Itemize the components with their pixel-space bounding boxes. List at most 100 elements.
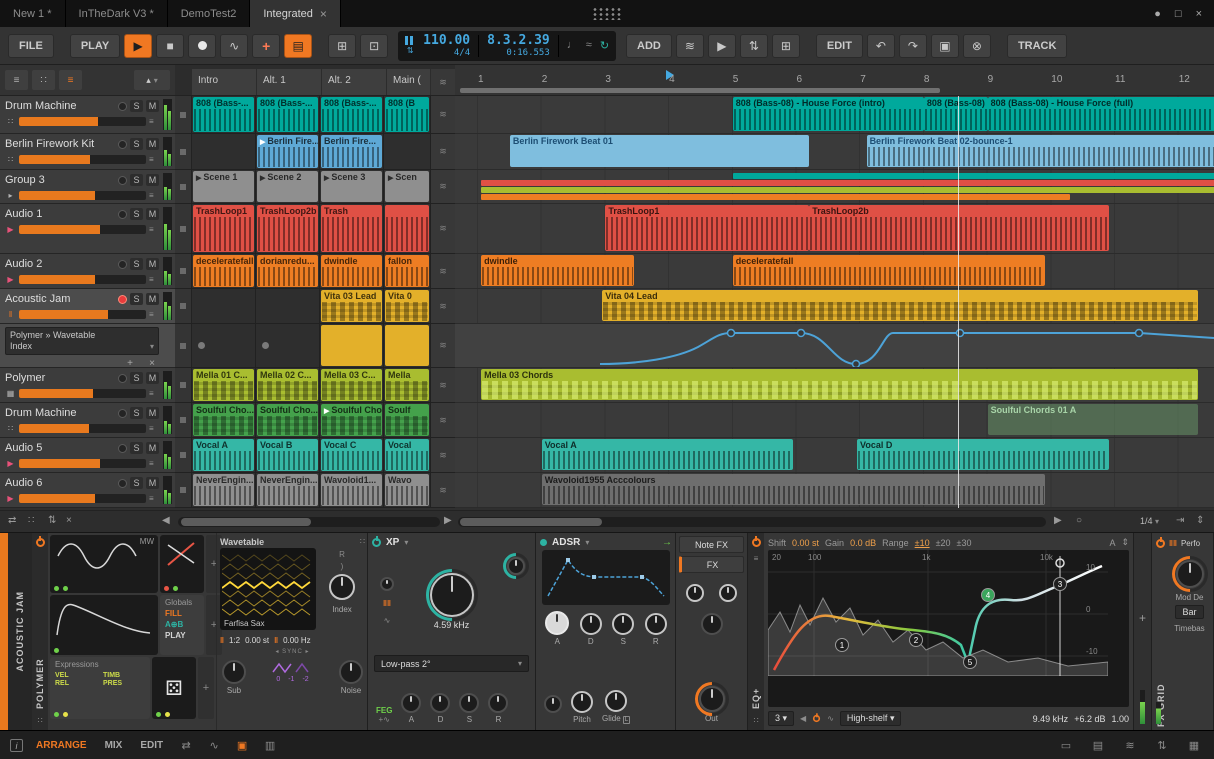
clip-slot[interactable]: 808 (Bass-... [320, 96, 384, 133]
solo-button[interactable]: S [130, 138, 143, 150]
clip-slot[interactable]: Mella 03 C... [320, 368, 384, 402]
mute-button[interactable]: M [146, 442, 159, 454]
grid-settings-icon[interactable]: ⊞ [771, 33, 800, 58]
solo-button[interactable]: S [130, 258, 143, 270]
clip-stop-button[interactable] [175, 403, 192, 437]
automation-lane[interactable] [455, 324, 1214, 368]
snap-end-icon[interactable]: ⇥ [1176, 515, 1184, 526]
scene-header[interactable]: Alt. 1 [257, 69, 321, 95]
track-name[interactable]: Polymer [5, 372, 115, 384]
time-signature[interactable]: 4/4 [454, 48, 470, 58]
timeline-overview-bar[interactable] [460, 88, 940, 93]
groove-icon[interactable]: ≈ [586, 39, 592, 52]
launcher-clip[interactable]: Soulful Cho... [257, 404, 318, 436]
track-header[interactable]: Audio 6 S M ▶ ≡ [0, 473, 175, 508]
arranger-clip[interactable]: Berlin Firework Beat 01 [509, 135, 810, 167]
arranger-clip[interactable]: Berlin Firework Beat 02-bounce-1 [866, 135, 1214, 167]
mix-view-button[interactable]: MIX [100, 737, 128, 754]
track-header[interactable]: Group 3 S M ▸ ≡ [0, 170, 175, 204]
launcher-clip[interactable] [321, 325, 382, 366]
launcher-clip[interactable] [385, 205, 429, 252]
phase-icon[interactable]: ) [341, 562, 344, 571]
track-menu-icon[interactable]: ≡ [149, 494, 159, 503]
launcher-clip[interactable]: Vocal C [321, 439, 382, 471]
clip-slot[interactable] [384, 204, 431, 253]
track-header[interactable]: Polymer S M ▦ ≡ [0, 368, 175, 403]
follow-playhead-icon[interactable]: ▶ [707, 33, 736, 58]
track-scroll-icon[interactable]: ⇄ [8, 515, 16, 526]
solo-button[interactable]: S [130, 174, 143, 186]
timeline-ruler[interactable]: 1 2 3 4 5 6 7 8 9 10 11 12 [455, 65, 1214, 96]
mute-button[interactable]: M [146, 293, 159, 305]
scene-header[interactable]: Alt. 2 [322, 69, 386, 95]
clip-slot[interactable]: TrashLoop2b [256, 204, 320, 253]
oscillator-display[interactable]: MW [50, 535, 158, 593]
close-tab-icon[interactable]: × [320, 7, 327, 21]
filter-title[interactable]: XP [386, 537, 399, 548]
stop-button[interactable]: ■ [156, 33, 185, 58]
launcher-clip[interactable] [385, 325, 429, 366]
eq-grid-icon[interactable]: ∷ [753, 716, 758, 725]
mute-button[interactable]: M [146, 208, 159, 220]
eq-range-10-button[interactable]: ±10 [915, 538, 930, 548]
clip-slot[interactable]: ▶ Scen [384, 170, 431, 203]
attack-knob[interactable] [545, 611, 570, 635]
scene-clip[interactable]: ▶ Scene 2 [257, 171, 318, 202]
scene-clip[interactable]: ▶ Scene 1 [193, 171, 254, 202]
fx-grid-preset[interactable]: Perfo [1181, 539, 1200, 548]
maximize-icon[interactable]: □ [1175, 8, 1182, 20]
clip-slot[interactable]: 808 (Bass-... [256, 96, 320, 133]
scroll-to-playhead-icon[interactable]: ⇅ [739, 33, 768, 58]
clip-slot[interactable]: Mella 02 C... [256, 368, 320, 402]
clip-slot[interactable]: 808 (Bass-... [192, 96, 256, 133]
launcher-clip[interactable]: TrashLoop2b [257, 205, 318, 252]
mute-button[interactable]: M [146, 477, 159, 489]
sync-toggle[interactable]: ◂ SYNC ▸ [220, 648, 365, 657]
play-mode-toggle[interactable]: PLAY [165, 631, 199, 640]
launcher-clip[interactable]: NeverEngin... [193, 474, 254, 506]
track-menu-icon[interactable]: ≡ [149, 424, 159, 433]
tempo-value[interactable]: 110.00 [423, 33, 470, 48]
clip-slot[interactable]: TrashLoop1 [192, 204, 256, 253]
redo-icon[interactable]: ↷ [898, 33, 927, 58]
lane-io-menu-icon[interactable]: ≋ [431, 134, 455, 169]
automation-curve[interactable] [455, 324, 1214, 368]
zoom-fit-icon[interactable]: ○ [1076, 515, 1082, 526]
feg-decay-knob[interactable] [430, 693, 451, 713]
vel-expression[interactable]: VEL [55, 672, 97, 679]
add-button[interactable]: ADD [626, 33, 672, 58]
solo-button[interactable]: S [130, 372, 143, 384]
clip-slot[interactable]: Mella 01 C... [192, 368, 256, 402]
launcher-clip[interactable]: NeverEngin... [257, 474, 318, 506]
clip-stop-button[interactable] [175, 289, 192, 323]
clip-launcher-toggle-icon[interactable]: ▣ [232, 739, 252, 752]
eq-range-20-button[interactable]: ±20 [936, 538, 951, 548]
edit-view-button[interactable]: EDIT [135, 737, 168, 754]
launcher-clip[interactable]: Vita 03 Lead [321, 290, 382, 322]
track-name[interactable]: Drum Machine [5, 407, 115, 419]
automation-parameter-select[interactable]: Polymer » Wavetable Index ▾ [5, 327, 159, 355]
scene-menu-icon[interactable]: ≋ [431, 69, 455, 95]
record-arm-button[interactable] [118, 294, 127, 304]
eq-band-gain-value[interactable]: +6.2 dB [1074, 714, 1105, 724]
record-arm-button[interactable] [118, 259, 127, 269]
arranger-clip[interactable]: TrashLoop1 [605, 205, 810, 251]
clip-slot[interactable]: fallon [384, 254, 431, 288]
device-grid-icon[interactable]: ∷ [37, 716, 42, 725]
clip-slot[interactable]: Vita 03 Lead [320, 289, 384, 323]
arranger-track-lane[interactable]: Berlin Firework Beat 01 Berlin Firework B… [455, 134, 1214, 170]
record-arm-button[interactable] [118, 373, 127, 383]
eq-menu-icon[interactable]: ≡ [754, 554, 759, 563]
arranger-track-lane[interactable]: 808 (Bass-08) - House Force (intro) 808 (… [455, 96, 1214, 134]
track-header[interactable]: Drum Machine S M ∷ ≡ [0, 96, 175, 134]
volume-fader[interactable] [19, 459, 146, 468]
scene-header[interactable]: Main ( [387, 69, 430, 95]
launcher-view-icon[interactable]: ≡ [59, 70, 82, 90]
grid-panel-icon[interactable]: ▥ [260, 739, 280, 752]
track-menu-icon[interactable]: ≡ [149, 225, 159, 234]
lane-io-menu-icon[interactable]: ≋ [431, 403, 455, 437]
metronome-icon[interactable]: ♩ [567, 39, 578, 52]
lane-io-menu-icon[interactable]: ≋ [431, 324, 455, 367]
launcher-clip[interactable]: fallon [385, 255, 429, 287]
volume-fader[interactable] [19, 494, 146, 503]
